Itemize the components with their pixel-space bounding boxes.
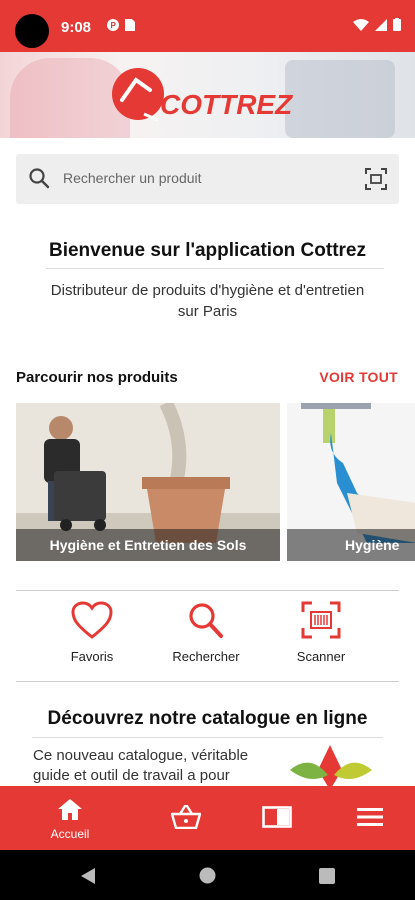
heart-icon [71, 601, 113, 639]
home-icon [58, 799, 82, 820]
catalogue-text: Ce nouveau catalogue, véritable guide et… [33, 747, 249, 784]
catalogue-title: Découvrez notre catalogue en ligne [47, 708, 368, 729]
nav-home-label: Accueil [50, 827, 90, 841]
search-icon [189, 603, 223, 638]
sim-card-icon [125, 19, 135, 31]
nav-basket[interactable] [162, 786, 210, 850]
category-card-label: Hygiène [345, 537, 400, 553]
svg-text:P: P [111, 21, 117, 30]
header-banner: COTTREZ [0, 52, 415, 138]
favorites-label: Favoris [70, 649, 114, 664]
quick-actions: Favoris Rechercher Scanner [16, 600, 399, 672]
catalogue-icon [262, 806, 292, 828]
system-navigation-bar [0, 850, 415, 900]
category-card-label: Hygiène et Entretien des Sols [49, 537, 247, 553]
status-time: 9:08 [61, 19, 92, 36]
home-button-icon[interactable] [199, 867, 216, 884]
nav-catalogue[interactable] [252, 786, 300, 850]
see-all-link[interactable]: VOIR TOUT [319, 369, 398, 385]
category-card-hygiene[interactable]: Hygiène [287, 403, 415, 561]
menu-icon [357, 808, 383, 826]
status-bar: 9:08 P [0, 0, 415, 52]
search-button[interactable]: Rechercher [156, 600, 256, 664]
divider [16, 590, 399, 591]
recents-icon[interactable] [319, 868, 335, 884]
notification-icon: P [107, 19, 119, 31]
category-card-floor-care[interactable]: Hygiène et Entretien des Sols [16, 403, 280, 561]
svg-text:COTTREZ: COTTREZ [160, 89, 293, 120]
scanner-label: Scanner [296, 649, 346, 664]
search-bar[interactable]: Rechercher un produit [16, 154, 399, 204]
search-icon [29, 168, 50, 189]
browse-products-title: Parcourir nos produits [16, 369, 178, 386]
divider [16, 681, 399, 682]
bottom-navigation: Accueil [0, 786, 415, 850]
wifi-icon [353, 18, 369, 31]
favorites-button[interactable]: Favoris [42, 600, 142, 664]
battery-icon [393, 18, 401, 31]
barcode-scan-icon [301, 601, 341, 639]
cottrez-logo: COTTREZ [112, 68, 293, 122]
scanner-button[interactable]: Scanner [271, 600, 371, 664]
welcome-title: Bienvenue sur l'application Cottrez [48, 240, 367, 261]
welcome-subtitle: Distributeur de produits d'hygiène et d'… [50, 282, 365, 320]
camera-cutout [15, 14, 49, 48]
catalogue-image[interactable] [290, 745, 372, 790]
back-icon[interactable] [80, 867, 96, 885]
scan-icon[interactable] [365, 168, 387, 190]
divider [46, 268, 384, 269]
nav-home[interactable]: Accueil [30, 786, 110, 850]
nav-menu[interactable] [346, 786, 394, 850]
search-label: Rechercher [172, 649, 240, 664]
divider [32, 737, 383, 738]
search-input[interactable]: Rechercher un produit [63, 170, 202, 186]
basket-icon [171, 805, 201, 829]
signal-icon [375, 18, 387, 31]
